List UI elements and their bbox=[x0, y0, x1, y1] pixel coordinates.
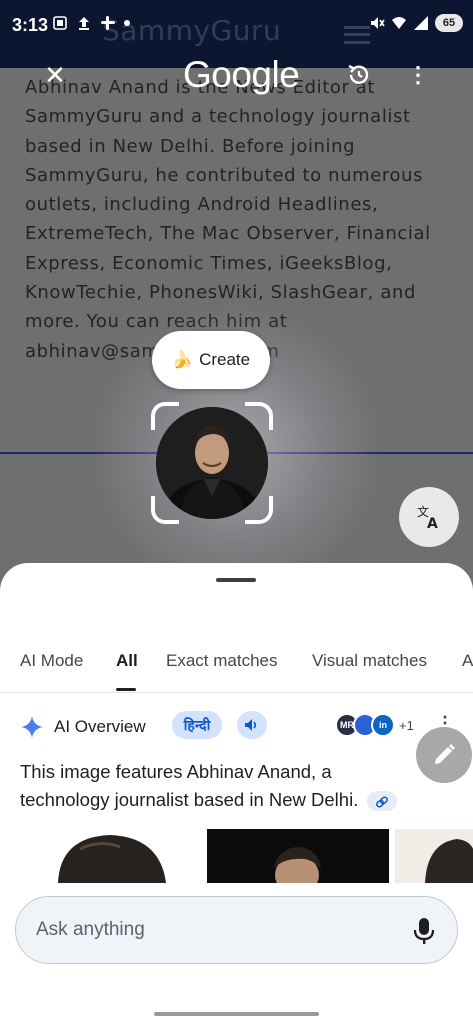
visual-results bbox=[0, 829, 473, 883]
tab-exact-matches[interactable]: Exact matches bbox=[166, 651, 278, 671]
result-thumbnail[interactable] bbox=[20, 829, 200, 883]
mic-icon[interactable] bbox=[412, 917, 436, 945]
portrait-photo bbox=[207, 829, 389, 883]
ask-input[interactable] bbox=[36, 897, 396, 963]
tab-ai-mode[interactable]: AI Mode bbox=[20, 651, 83, 671]
google-logo: Google bbox=[183, 54, 300, 95]
tab-all[interactable]: All bbox=[116, 651, 138, 671]
home-indicator[interactable] bbox=[154, 1012, 319, 1016]
portrait-photo bbox=[395, 829, 473, 883]
status-bar: 3:13 65 bbox=[0, 0, 473, 56]
speaker-icon bbox=[245, 719, 257, 731]
pencil-icon bbox=[435, 744, 455, 764]
link-button[interactable] bbox=[367, 791, 398, 812]
ai-overview-header: AI Overview हिन्दी MR in +1 ⋮ bbox=[0, 708, 473, 744]
mute-icon bbox=[371, 17, 385, 29]
dot-icon bbox=[124, 20, 130, 26]
results-sheet: AI Mode All Exact matches Visual matches… bbox=[0, 563, 473, 1024]
listen-button[interactable] bbox=[237, 711, 267, 739]
results-tabs: AI Mode All Exact matches Visual matches… bbox=[0, 651, 473, 693]
svg-text:A: A bbox=[427, 516, 438, 530]
article-line: based in New Delhi. Before joining bbox=[25, 135, 356, 157]
tab-more[interactable]: A bbox=[462, 651, 473, 671]
hair-photo bbox=[58, 835, 166, 883]
sparkle-icon bbox=[21, 716, 43, 738]
translate-icon: 文 A bbox=[417, 504, 438, 530]
ask-bar[interactable] bbox=[15, 896, 458, 964]
more-vert-icon[interactable]: ⋮ bbox=[406, 61, 430, 89]
banana-icon: 🍌 bbox=[171, 350, 194, 369]
person-photo bbox=[156, 407, 268, 519]
language-chip[interactable]: हिन्दी bbox=[172, 711, 222, 739]
link-icon bbox=[376, 796, 389, 808]
active-tab-indicator bbox=[116, 688, 136, 691]
selected-photo bbox=[156, 407, 268, 519]
tab-visual-matches[interactable]: Visual matches bbox=[312, 651, 427, 671]
history-icon[interactable] bbox=[345, 61, 373, 89]
create-button[interactable]: 🍌 Create bbox=[152, 331, 270, 389]
battery-indicator: 65 bbox=[435, 14, 463, 32]
upload-icon bbox=[79, 17, 89, 30]
source-count: +1 bbox=[399, 717, 414, 733]
wifi-icon bbox=[392, 17, 406, 29]
screenshot-icon bbox=[53, 16, 67, 30]
system-icons: 65 bbox=[369, 14, 463, 32]
ai-overview-title: AI Overview bbox=[54, 717, 146, 736]
result-thumbnail[interactable] bbox=[395, 829, 473, 883]
article-line: SammyGuru and a technology journalist bbox=[25, 106, 411, 128]
edit-button[interactable] bbox=[416, 727, 472, 783]
close-icon[interactable]: ✕ bbox=[40, 60, 70, 90]
ai-overview-body: This image features Abhinav Anand, a tec… bbox=[20, 761, 359, 810]
drag-handle[interactable] bbox=[216, 578, 256, 582]
article-line: Express, Economic Times, iGeeksBlog, bbox=[25, 252, 393, 274]
slack-icon bbox=[101, 16, 115, 30]
translate-button[interactable]: 文 A bbox=[399, 487, 459, 547]
notification-icons bbox=[52, 15, 130, 31]
selection-frame[interactable] bbox=[151, 402, 273, 524]
article-line: SammyGuru, he contributed to numerous bbox=[25, 164, 424, 186]
source-badges[interactable]: MR in +1 bbox=[335, 713, 414, 737]
ai-overview-text: This image features Abhinav Anand, a tec… bbox=[20, 758, 420, 814]
signal-icon bbox=[414, 16, 428, 30]
result-thumbnail[interactable] bbox=[207, 829, 389, 883]
create-label: Create bbox=[199, 350, 251, 369]
article-line: ExtremeTech, The Mac Observer, Financial bbox=[25, 223, 431, 245]
article-line: outlets, including Android Headlines, bbox=[25, 194, 379, 216]
source-badge: in bbox=[371, 713, 395, 737]
status-time: 3:13 bbox=[12, 15, 49, 35]
